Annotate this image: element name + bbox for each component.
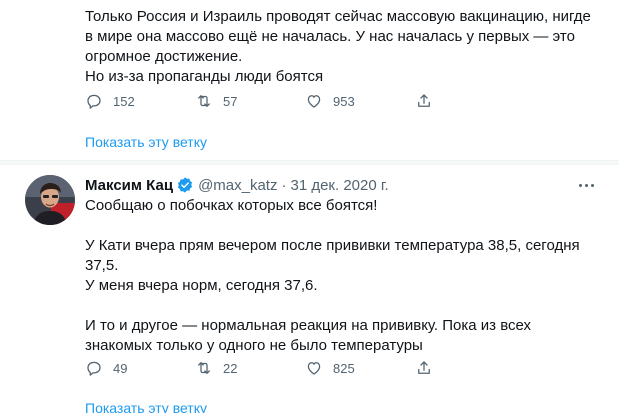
- retweet-count: 57: [223, 93, 238, 109]
- tweet-text-line: [85, 216, 605, 236]
- heart-icon: [307, 95, 321, 108]
- tweet-text-line: У меня вчера норм, сегодня 37,6.: [85, 277, 318, 294]
- reply-count: 49: [113, 360, 128, 376]
- tweet-date[interactable]: 31 дек. 2020 г.: [290, 177, 388, 194]
- like-count: 953: [333, 93, 355, 109]
- avatar-image: [25, 175, 75, 225]
- separator-dot: ·: [281, 176, 287, 194]
- reply-button[interactable]: 152: [85, 91, 195, 111]
- tweet-text-line: знакомых только у одного не было темпера…: [85, 337, 423, 354]
- author-handle[interactable]: @max_katz: [198, 177, 277, 194]
- avatar[interactable]: [25, 175, 75, 225]
- tweet-text-line: Но из-за пропаганды люди боятся: [85, 68, 324, 85]
- tweet-text-line: 37,5.: [85, 257, 119, 274]
- tweet-text: Сообщаю о побочках которых все боятся! У…: [85, 196, 605, 356]
- more-options-icon[interactable]: [574, 177, 598, 193]
- tweet-text-line: Сообщаю о побочках которых все боятся!: [85, 197, 378, 214]
- tweet-actions: 152 57 953: [85, 91, 525, 111]
- tweet-text-line: [85, 296, 605, 316]
- retweet-button[interactable]: 57: [195, 91, 305, 111]
- share-button[interactable]: [415, 358, 525, 378]
- tweet-text: Только Россия и Израиль проводят сейчас …: [85, 7, 605, 87]
- tweet-previous[interactable]: Только Россия и Израиль проводят сейчас …: [0, 0, 619, 150]
- like-count: 825: [333, 360, 355, 376]
- tweet-header: Максим Кац @max_katz · 31 дек. 2020 г.: [85, 175, 389, 195]
- reply-icon: [87, 94, 101, 109]
- reply-icon: [87, 361, 101, 376]
- tweet-text-line: У Кати вчера прям вечером после прививки…: [85, 237, 580, 254]
- tweet-text-line: И то и другое — нормальная реакция на пр…: [85, 317, 532, 334]
- reply-count: 152: [113, 93, 135, 109]
- tweet-text-line: Только Россия и Израиль проводят сейчас …: [85, 8, 591, 25]
- share-icon: [418, 361, 430, 374]
- share-button[interactable]: [415, 91, 525, 111]
- retweet-button[interactable]: 22: [195, 358, 305, 378]
- tweet-text-line: огромное достижение.: [85, 48, 243, 65]
- like-button[interactable]: 953: [305, 91, 415, 111]
- heart-icon: [307, 362, 321, 375]
- share-icon: [418, 94, 430, 107]
- author-name[interactable]: Максим Кац: [85, 177, 173, 194]
- retweet-icon: [198, 362, 210, 374]
- tweet-actions: 49 22 825: [85, 358, 525, 378]
- verified-badge-icon: [178, 177, 193, 193]
- show-thread-link[interactable]: Показать эту ветку: [85, 400, 207, 413]
- divider: [0, 160, 619, 165]
- retweet-icon: [198, 95, 210, 107]
- retweet-count: 22: [223, 360, 238, 376]
- tweet-text-line: в мире она массово ещё не началась. У на…: [85, 28, 575, 45]
- reply-button[interactable]: 49: [85, 358, 195, 378]
- like-button[interactable]: 825: [305, 358, 415, 378]
- show-thread-link[interactable]: Показать эту ветку: [85, 134, 207, 150]
